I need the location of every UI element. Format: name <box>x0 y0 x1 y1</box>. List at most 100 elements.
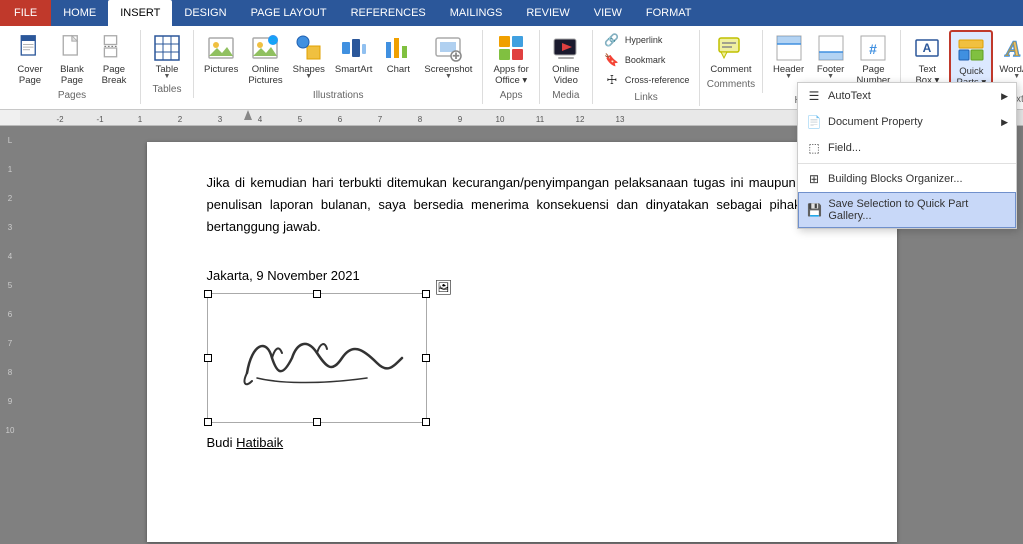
hyperlink-button[interactable]: 🔗 Hyperlink <box>599 30 694 50</box>
resize-handle-tm[interactable] <box>313 290 321 298</box>
field-icon: ⬚ <box>806 140 822 156</box>
resize-handle-bl[interactable] <box>204 418 212 426</box>
wordart-button[interactable]: AA WordArt ▼ <box>995 30 1023 82</box>
online-pictures-icon: 🌐 <box>249 32 281 64</box>
screenshot-dropdown-arrow: ▼ <box>445 73 452 80</box>
resize-handle-tr[interactable] <box>422 290 430 298</box>
image-resize-icon[interactable]: 🖼 <box>435 279 453 296</box>
pictures-icon <box>205 32 237 64</box>
building-blocks-menu-item[interactable]: ⊞ Building Blocks Organizer... <box>798 166 1016 192</box>
pictures-button[interactable]: Pictures <box>200 30 242 77</box>
document-property-arrow: ▶ <box>1001 117 1008 128</box>
online-video-label: OnlineVideo <box>552 64 579 86</box>
tab-format[interactable]: FORMAT <box>634 0 704 26</box>
ribbon-group-apps: Apps forOffice ▾ Apps <box>483 30 539 104</box>
comments-items: Comment <box>706 30 755 77</box>
ribbon-group-comments: Comment Comments <box>700 30 762 93</box>
resize-handle-ml[interactable] <box>204 354 212 362</box>
online-pictures-label: OnlinePictures <box>248 64 282 86</box>
cover-page-icon <box>14 32 46 64</box>
media-group-label: Media <box>546 88 586 104</box>
svg-text:A: A <box>923 41 932 55</box>
building-blocks-label: Building Blocks Organizer... <box>828 173 963 185</box>
illustrations-group-label: Illustrations <box>200 88 476 104</box>
screenshot-button[interactable]: ✚ Screenshot ▼ <box>420 30 476 82</box>
shapes-button[interactable]: Shapes ▼ <box>289 30 329 82</box>
save-selection-menu-item[interactable]: 💾 Save Selection to Quick Part Gallery..… <box>798 192 1016 228</box>
online-pictures-button[interactable]: 🌐 OnlinePictures <box>244 30 286 88</box>
svg-text:2: 2 <box>178 115 183 124</box>
resize-handle-br[interactable] <box>422 418 430 426</box>
apps-for-office-button[interactable]: Apps forOffice ▾ <box>489 30 532 88</box>
comment-label: Comment <box>710 64 751 75</box>
cross-reference-icon: ☩ <box>603 71 621 89</box>
online-video-button[interactable]: OnlineVideo <box>546 30 586 88</box>
screenshot-icon: ✚ <box>432 32 464 64</box>
tab-design[interactable]: DESIGN <box>172 0 238 26</box>
pictures-label: Pictures <box>204 64 238 75</box>
svg-text:3: 3 <box>218 115 223 124</box>
save-selection-label: Save Selection to Quick Part Gallery... <box>828 198 1007 222</box>
left-margin: L 1 2 3 4 5 6 7 8 9 10 <box>0 126 20 544</box>
table-button[interactable]: Table ▼ <box>147 30 187 82</box>
footer-icon <box>815 32 847 64</box>
hyperlink-icon: 🔗 <box>603 31 621 49</box>
document-property-icon: 📄 <box>806 114 822 130</box>
resize-handle-tl[interactable] <box>204 290 212 298</box>
signature-section: Jakarta, 9 November 2021 <box>207 268 837 450</box>
tab-insert[interactable]: INSERT <box>108 0 172 26</box>
field-menu-item[interactable]: ⬚ Field... <box>798 135 1016 161</box>
header-button[interactable]: Header ▼ <box>769 30 809 82</box>
tab-bar: FILE HOME INSERT DESIGN PAGE LAYOUT REFE… <box>0 0 1023 26</box>
hyperlink-label: Hyperlink <box>625 35 663 45</box>
save-selection-icon: 💾 <box>807 202 822 218</box>
online-video-icon <box>550 32 582 64</box>
tab-home[interactable]: HOME <box>51 0 108 26</box>
page-break-icon <box>98 32 130 64</box>
chart-button[interactable]: Chart <box>378 30 418 77</box>
links-items: 🔗 Hyperlink 🔖 Bookmark ☩ Cross-reference <box>599 30 694 90</box>
cover-page-label: CoverPage <box>17 64 42 86</box>
bookmark-label: Bookmark <box>625 55 666 65</box>
tab-review[interactable]: REVIEW <box>514 0 581 26</box>
bookmark-button[interactable]: 🔖 Bookmark <box>599 50 694 70</box>
tab-file[interactable]: FILE <box>0 0 51 26</box>
signature-box[interactable] <box>207 293 427 423</box>
comment-icon <box>715 32 747 64</box>
pages-items: CoverPage BlankPage PageBreak <box>10 30 134 88</box>
resize-handle-mr[interactable] <box>422 354 430 362</box>
smartart-button[interactable]: SmartArt <box>331 30 376 77</box>
comment-button[interactable]: Comment <box>706 30 755 77</box>
margin-1: L <box>8 136 12 145</box>
wordart-dropdown-arrow: ▼ <box>1013 73 1020 80</box>
header-dropdown-arrow: ▼ <box>785 73 792 80</box>
ribbon-group-media: OnlineVideo Media <box>540 30 593 104</box>
document-property-menu-item[interactable]: 📄 Document Property ▶ <box>798 109 1016 135</box>
tab-view[interactable]: VIEW <box>582 0 634 26</box>
comments-group-label: Comments <box>706 77 755 93</box>
cover-page-button[interactable]: CoverPage <box>10 30 50 88</box>
shapes-icon <box>293 32 325 64</box>
autotext-menu-item[interactable]: ☰ AutoText ▶ <box>798 83 1016 109</box>
links-group-label: Links <box>599 90 694 106</box>
chart-label: Chart <box>387 64 410 75</box>
cross-reference-button[interactable]: ☩ Cross-reference <box>599 70 694 90</box>
name-first: Budi <box>207 435 233 450</box>
autotext-icon: ☰ <box>806 88 822 104</box>
tab-references[interactable]: REFERENCES <box>339 0 438 26</box>
blank-page-button[interactable]: BlankPage <box>52 30 92 88</box>
svg-text:5: 5 <box>298 115 303 124</box>
page-break-button[interactable]: PageBreak <box>94 30 134 88</box>
menu-separator <box>798 163 1016 164</box>
footer-button[interactable]: Footer ▼ <box>811 30 851 82</box>
smartart-label: SmartArt <box>335 64 372 75</box>
building-blocks-icon: ⊞ <box>806 171 822 187</box>
name-text: Budi Hatibaik <box>207 435 837 450</box>
svg-text:7: 7 <box>378 115 383 124</box>
svg-text:13: 13 <box>616 115 625 124</box>
tab-mailings[interactable]: MAILINGS <box>438 0 515 26</box>
svg-text:11: 11 <box>536 115 545 124</box>
resize-handle-bm[interactable] <box>313 418 321 426</box>
textbox-button[interactable]: A TextBox ▾ <box>907 30 947 88</box>
tab-page-layout[interactable]: PAGE LAYOUT <box>239 0 339 26</box>
